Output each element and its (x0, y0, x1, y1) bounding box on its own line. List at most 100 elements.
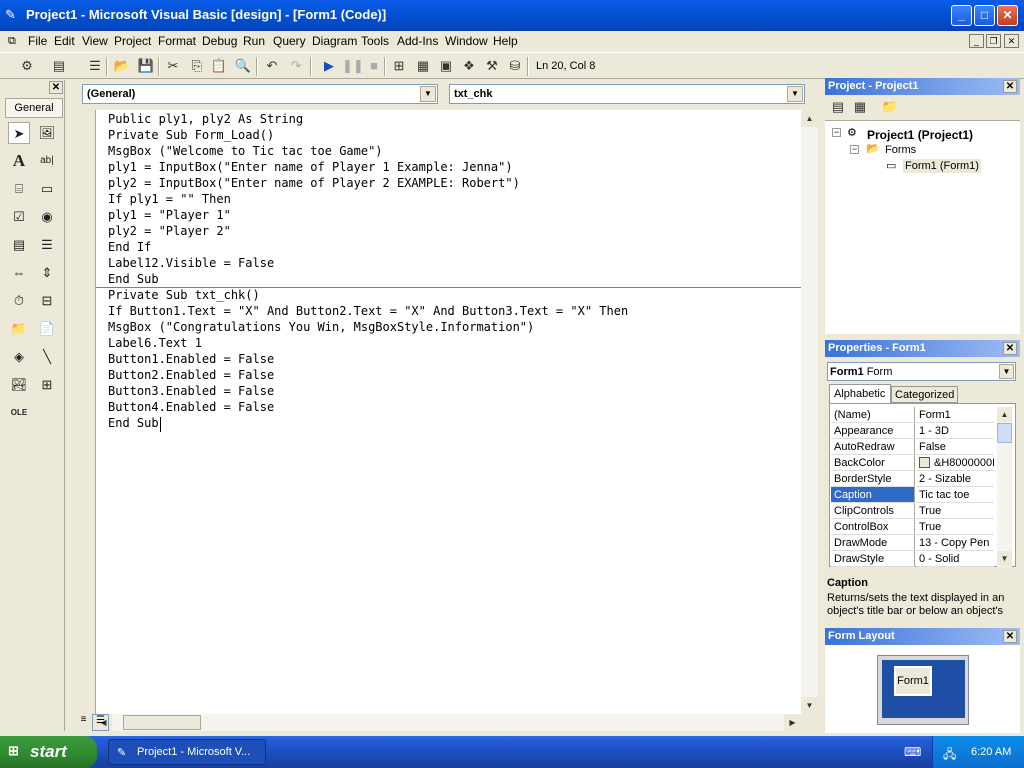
property-row[interactable]: ClipControls True (831, 503, 994, 519)
project-close-button[interactable]: ✕ (1003, 80, 1017, 93)
full-module-view-icon[interactable]: ☰ (92, 714, 109, 731)
property-value[interactable]: 0 - Solid (916, 551, 994, 567)
redo-icon[interactable]: ↷ (287, 57, 305, 75)
code-line[interactable]: ply2 = "Player 2" (108, 224, 231, 240)
property-row[interactable]: (Name) Form1 (831, 407, 994, 423)
form-layout-preview[interactable]: Form1 (894, 666, 932, 696)
picturebox-tool-icon[interactable]: 🖼 (36, 122, 58, 144)
menu-diagram[interactable]: Diagram (312, 34, 357, 48)
timer-tool-icon[interactable]: ⏱ (8, 290, 30, 312)
network-icon[interactable]: 🖧 (943, 745, 956, 766)
collapse-icon[interactable]: − (850, 145, 859, 154)
keyboard-icon[interactable]: ⌨ (904, 745, 921, 759)
procedure-view-icon[interactable]: ≡ (75, 714, 92, 731)
code-line[interactable]: MsgBox ("Welcome to Tic tac toe Game") (108, 144, 383, 160)
code-line[interactable]: Label12.Visible = False (108, 256, 274, 272)
scroll-down-icon[interactable]: ▼ (801, 697, 818, 714)
mdi-close-button[interactable]: ✕ (1004, 34, 1019, 48)
code-line[interactable]: Button3.Enabled = False (108, 384, 274, 400)
taskbar-vb-button[interactable]: ✎ Project1 - Microsoft V... (108, 739, 266, 765)
line-tool-icon[interactable]: ╲ (36, 346, 58, 368)
form-layout-close-button[interactable]: ✕ (1003, 630, 1017, 643)
maximize-button[interactable]: □ (974, 5, 995, 26)
image-tool-icon[interactable]: 🏞 (8, 374, 30, 396)
project-explorer-icon[interactable]: ⊞ (390, 57, 408, 75)
property-row[interactable]: DrawMode 13 - Copy Pen (831, 535, 994, 551)
code-editor[interactable]: Public ply1, ply2 As String Private Sub F… (95, 110, 802, 714)
property-value[interactable]: True (916, 519, 994, 535)
optionbutton-tool-icon[interactable]: ◉ (36, 206, 58, 228)
property-value[interactable]: Tic tac toe (916, 487, 994, 503)
code-horizontal-scrollbar[interactable]: ◀ ▶ (95, 714, 801, 731)
hscrollbar-tool-icon[interactable]: ⇔ (8, 262, 30, 284)
commandbutton-tool-icon[interactable]: ▭ (36, 178, 58, 200)
menu-format[interactable]: Format (158, 34, 196, 48)
property-row[interactable]: BackColor &H8000000F (831, 455, 994, 471)
object-combo[interactable]: (General) ▼ (82, 84, 438, 104)
menu-query[interactable]: Query (273, 34, 306, 48)
menu-file[interactable]: File (28, 34, 47, 48)
menu-editor-icon[interactable]: ☰ (86, 57, 104, 75)
start-button[interactable]: ⊞ start (0, 736, 97, 768)
open-icon[interactable]: 📂 (113, 57, 131, 75)
toolbox-icon[interactable]: ⚒ (483, 57, 501, 75)
combobox-tool-icon[interactable]: ▤ (8, 234, 30, 256)
cut-icon[interactable]: ✂ (164, 57, 182, 75)
mdi-restore-button[interactable]: ❐ (986, 34, 1001, 48)
scroll-track[interactable] (802, 128, 817, 696)
code-line[interactable]: Private Sub txt_chk() (108, 288, 260, 304)
menu-debug[interactable]: Debug (202, 34, 237, 48)
listbox-tool-icon[interactable]: ☰ (36, 234, 58, 256)
scroll-right-icon[interactable]: ▶ (784, 714, 801, 731)
code-line[interactable]: MsgBox ("Congratulations You Win, MsgBox… (108, 320, 534, 336)
code-line[interactable]: End Sub (108, 416, 159, 432)
paste-icon[interactable]: 📋 (210, 57, 228, 75)
tab-alphabetic[interactable]: Alphabetic (829, 384, 891, 403)
frame-tool-icon[interactable]: ⌸ (8, 178, 30, 200)
dirlistbox-tool-icon[interactable]: 📁 (8, 318, 30, 340)
filelistbox-tool-icon[interactable]: 📄 (36, 318, 58, 340)
save-icon[interactable]: 💾 (137, 57, 155, 75)
menu-help[interactable]: Help (493, 34, 518, 48)
property-value[interactable]: 1 - 3D (916, 423, 994, 439)
tab-categorized[interactable]: Categorized (891, 386, 958, 403)
property-row[interactable]: ControlBox True (831, 519, 994, 535)
tree-forms-folder[interactable]: Forms (885, 144, 916, 156)
run-icon[interactable]: ▶ (320, 57, 338, 75)
chevron-down-icon[interactable]: ▼ (787, 86, 803, 102)
toggle-folders-icon[interactable]: 📁 (881, 98, 899, 116)
form-layout-icon[interactable]: ▣ (437, 57, 455, 75)
close-button[interactable]: ✕ (997, 5, 1018, 26)
vscrollbar-tool-icon[interactable]: ⇕ (36, 262, 58, 284)
menu-edit[interactable]: Edit (54, 34, 75, 48)
vb-app-icon[interactable]: ✎ (5, 7, 21, 23)
property-row[interactable]: AutoRedraw False (831, 439, 994, 455)
scroll-up-icon[interactable]: ▲ (997, 407, 1012, 422)
scroll-thumb[interactable] (123, 715, 201, 730)
menu-view[interactable]: View (82, 34, 108, 48)
code-line[interactable]: Public ply1, ply2 As String (108, 112, 303, 128)
mdi-minimize-button[interactable]: _ (969, 34, 984, 48)
code-line[interactable]: If ply1 = "" Then (108, 192, 231, 208)
property-value[interactable]: 13 - Copy Pen (916, 535, 994, 551)
break-icon[interactable]: ❚❚ (342, 57, 364, 75)
undo-icon[interactable]: ↶ (263, 57, 281, 75)
code-line[interactable]: ply2 = InputBox("Enter name of Player 2 … (108, 176, 520, 192)
code-line[interactable]: Button1.Enabled = False (108, 352, 274, 368)
view-object-icon[interactable]: ▦ (851, 98, 869, 116)
menu-add-ins[interactable]: Add-Ins (397, 34, 438, 48)
menu-project[interactable]: Project (114, 34, 151, 48)
procedure-combo[interactable]: txt_chk ▼ (449, 84, 805, 104)
code-line[interactable]: Button4.Enabled = False (108, 400, 274, 416)
toolbox-general-tab[interactable]: General (5, 98, 63, 118)
tree-form1-node[interactable]: Form1 (Form1) (903, 159, 981, 173)
code-line[interactable]: Button2.Enabled = False (108, 368, 274, 384)
code-line[interactable]: Label6.Text 1 (108, 336, 202, 352)
property-value[interactable]: Form1 (916, 407, 994, 423)
data-view-icon[interactable]: ⛁ (506, 57, 524, 75)
view-code-icon[interactable]: ▤ (829, 98, 847, 116)
data-tool-icon[interactable]: ⊞ (36, 374, 58, 396)
shape-tool-icon[interactable]: ◈ (8, 346, 30, 368)
code-line[interactable]: End If (108, 240, 151, 256)
tree-project-node[interactable]: Project1 (Project1) (867, 128, 973, 142)
